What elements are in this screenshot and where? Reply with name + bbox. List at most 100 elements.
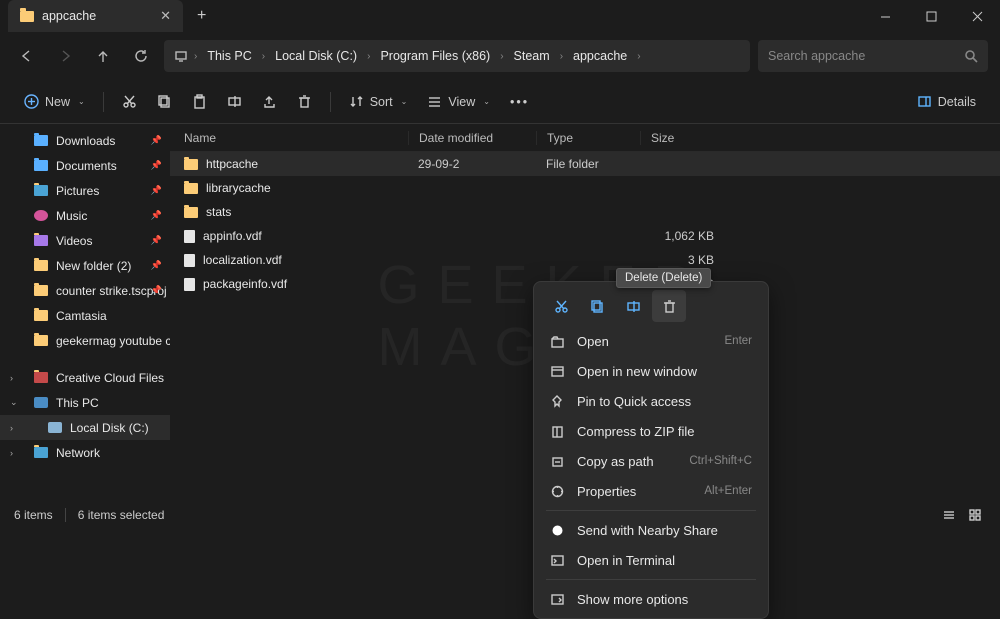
sidebar-item[interactable]: Downloads📌 <box>0 128 170 153</box>
window-controls <box>862 0 1000 32</box>
sidebar-item[interactable]: Camtasia <box>0 303 170 328</box>
ctx-cut-icon[interactable] <box>544 290 578 322</box>
bc-item[interactable]: Local Disk (C:) <box>269 45 363 67</box>
col-size[interactable]: Size <box>640 131 714 145</box>
share-button[interactable] <box>254 87 285 117</box>
sidebar-icon <box>34 260 48 271</box>
sidebar-item[interactable]: ⌄This PC <box>0 390 170 415</box>
ctx-show-more-options[interactable]: Show more options <box>538 584 764 614</box>
minimize-button[interactable] <box>862 0 908 32</box>
sidebar-icon <box>34 310 48 321</box>
sidebar-icon <box>34 397 48 408</box>
ctx-copy-as-path[interactable]: Copy as pathCtrl+Shift+C <box>538 446 764 476</box>
search-box[interactable]: Search appcache <box>758 40 988 72</box>
pin-icon: 📌 <box>151 185 162 196</box>
maximize-button[interactable] <box>908 0 954 32</box>
folder-icon <box>184 207 198 218</box>
sidebar-item[interactable]: ›Local Disk (C:) <box>0 415 170 440</box>
table-row[interactable]: httpcache29-09-2File folder <box>170 152 1000 176</box>
status-count: 6 items <box>14 508 53 522</box>
search-icon <box>965 50 978 63</box>
pin-icon <box>550 394 565 409</box>
refresh-button[interactable] <box>126 41 156 71</box>
close-window-button[interactable] <box>954 0 1000 32</box>
sidebar-icon <box>48 422 62 433</box>
ctx-open[interactable]: OpenEnter <box>538 326 764 356</box>
sidebar-item[interactable]: ›Creative Cloud Files <box>0 365 170 390</box>
props-icon <box>550 484 565 499</box>
ctx-open-in-terminal[interactable]: Open in Terminal <box>538 545 764 575</box>
forward-button[interactable] <box>50 41 80 71</box>
up-button[interactable] <box>88 41 118 71</box>
folder-icon <box>184 159 198 170</box>
ctx-rename-icon[interactable] <box>616 290 650 322</box>
pc-icon <box>172 41 190 71</box>
chevron-icon: › <box>10 373 13 383</box>
sidebar-item[interactable]: geekermag youtube cha <box>0 328 170 353</box>
folder-icon <box>20 11 34 22</box>
sidebar: Downloads📌Documents📌Pictures📌Music📌Video… <box>0 124 170 507</box>
sidebar-item[interactable]: New folder (2)📌 <box>0 253 170 278</box>
copy-button[interactable] <box>149 87 180 117</box>
pin-icon: 📌 <box>151 135 162 146</box>
tab-title: appcache <box>42 9 96 23</box>
sidebar-icon <box>34 210 48 221</box>
table-row[interactable]: appinfo.vdf1,062 KB <box>170 224 1000 248</box>
table-row[interactable]: librarycache <box>170 176 1000 200</box>
status-selected: 6 items selected <box>78 508 165 522</box>
more-button[interactable]: ••• <box>502 87 537 117</box>
col-name[interactable]: Name <box>184 131 408 145</box>
sidebar-item[interactable]: ›Network <box>0 440 170 465</box>
chevron-icon: › <box>10 448 13 458</box>
paste-button[interactable] <box>184 87 215 117</box>
sidebar-item[interactable]: counter strike.tscproj📌 <box>0 278 170 303</box>
bc-item[interactable]: This PC <box>201 45 257 67</box>
details-pane-button[interactable]: Details <box>909 87 984 117</box>
pin-icon: 📌 <box>151 260 162 271</box>
sidebar-item[interactable]: Videos📌 <box>0 228 170 253</box>
ctx-open-in-new-window[interactable]: Open in new window <box>538 356 764 386</box>
column-headers[interactable]: Name Date modified Type Size <box>170 124 1000 152</box>
breadcrumb[interactable]: › This PC› Local Disk (C:)› Program File… <box>164 40 750 72</box>
cut-button[interactable] <box>114 87 145 117</box>
sidebar-item[interactable]: Documents📌 <box>0 153 170 178</box>
ctx-delete-icon[interactable] <box>652 290 686 322</box>
delete-tooltip: Delete (Delete) <box>616 268 711 288</box>
bc-item[interactable]: Steam <box>508 45 556 67</box>
view-list-icon[interactable] <box>938 506 960 524</box>
ctx-copy-icon[interactable] <box>580 290 614 322</box>
ctx-pin-to-quick-access[interactable]: Pin to Quick access <box>538 386 764 416</box>
title-bar: appcache ✕ + <box>0 0 1000 32</box>
pin-icon: 📌 <box>151 285 162 296</box>
col-date[interactable]: Date modified <box>408 131 536 145</box>
bc-item[interactable]: appcache <box>567 45 633 67</box>
pin-icon: 📌 <box>151 210 162 221</box>
ctx-properties[interactable]: PropertiesAlt+Enter <box>538 476 764 506</box>
back-button[interactable] <box>12 41 42 71</box>
chevron-icon: › <box>10 423 13 433</box>
delete-button[interactable] <box>289 87 320 117</box>
ctx-send-with-nearby-share[interactable]: Send with Nearby Share <box>538 515 764 545</box>
sidebar-icon <box>34 447 48 458</box>
folder-icon <box>550 334 565 349</box>
more-icon <box>550 592 565 607</box>
sidebar-icon <box>34 285 48 296</box>
close-tab-icon[interactable]: ✕ <box>160 8 171 24</box>
bc-item[interactable]: Program Files (x86) <box>374 45 496 67</box>
zip-icon <box>550 424 565 439</box>
view-button[interactable]: View⌄ <box>419 87 498 117</box>
sidebar-icon <box>34 135 48 146</box>
table-row[interactable]: localization.vdf3 KB <box>170 248 1000 272</box>
table-row[interactable]: stats <box>170 200 1000 224</box>
col-type[interactable]: Type <box>536 131 640 145</box>
sidebar-item[interactable]: Pictures📌 <box>0 178 170 203</box>
sidebar-item[interactable]: Music📌 <box>0 203 170 228</box>
new-button[interactable]: New⌄ <box>16 87 93 117</box>
rename-button[interactable] <box>219 87 250 117</box>
ctx-compress-to-zip-file[interactable]: Compress to ZIP file <box>538 416 764 446</box>
tab[interactable]: appcache ✕ <box>8 0 183 32</box>
new-tab-button[interactable]: + <box>197 7 206 25</box>
sort-button[interactable]: Sort⌄ <box>341 87 416 117</box>
view-grid-icon[interactable] <box>964 506 986 524</box>
window-icon <box>550 364 565 379</box>
